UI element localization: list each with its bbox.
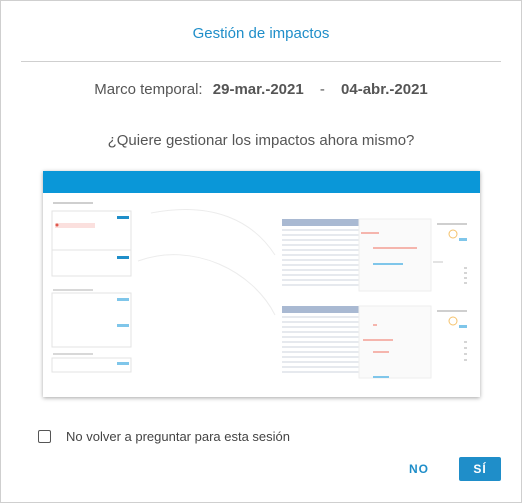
- dont-ask-again-row[interactable]: No volver a preguntar para esta sesión: [38, 429, 290, 444]
- timeframe-start-date: 29-mar.-2021: [212, 81, 304, 98]
- timeframe-end-date: 04-abr.-2021: [341, 81, 428, 98]
- dont-ask-again-checkbox[interactable]: [38, 430, 51, 443]
- no-button[interactable]: NO: [406, 459, 432, 479]
- timeframe-label: Marco temporal:: [94, 81, 203, 98]
- yes-button[interactable]: SÍ: [459, 457, 501, 481]
- preview-illustration: [51, 202, 467, 379]
- impacts-preview-image: [43, 171, 480, 397]
- dialog-title: Gestión de impactos: [192, 25, 330, 42]
- dont-ask-again-label[interactable]: No volver a preguntar para esta sesión: [66, 429, 290, 444]
- manage-impacts-dialog: Gestión de impactos Marco temporal: 29-m…: [0, 0, 522, 503]
- timeframe-separator: -: [319, 81, 325, 98]
- timeframe-row: Marco temporal: 29-mar.-2021 - 04-abr.-2…: [1, 81, 521, 98]
- title-divider: [21, 61, 501, 62]
- question-text: ¿Quiere gestionar los impactos ahora mis…: [107, 132, 415, 149]
